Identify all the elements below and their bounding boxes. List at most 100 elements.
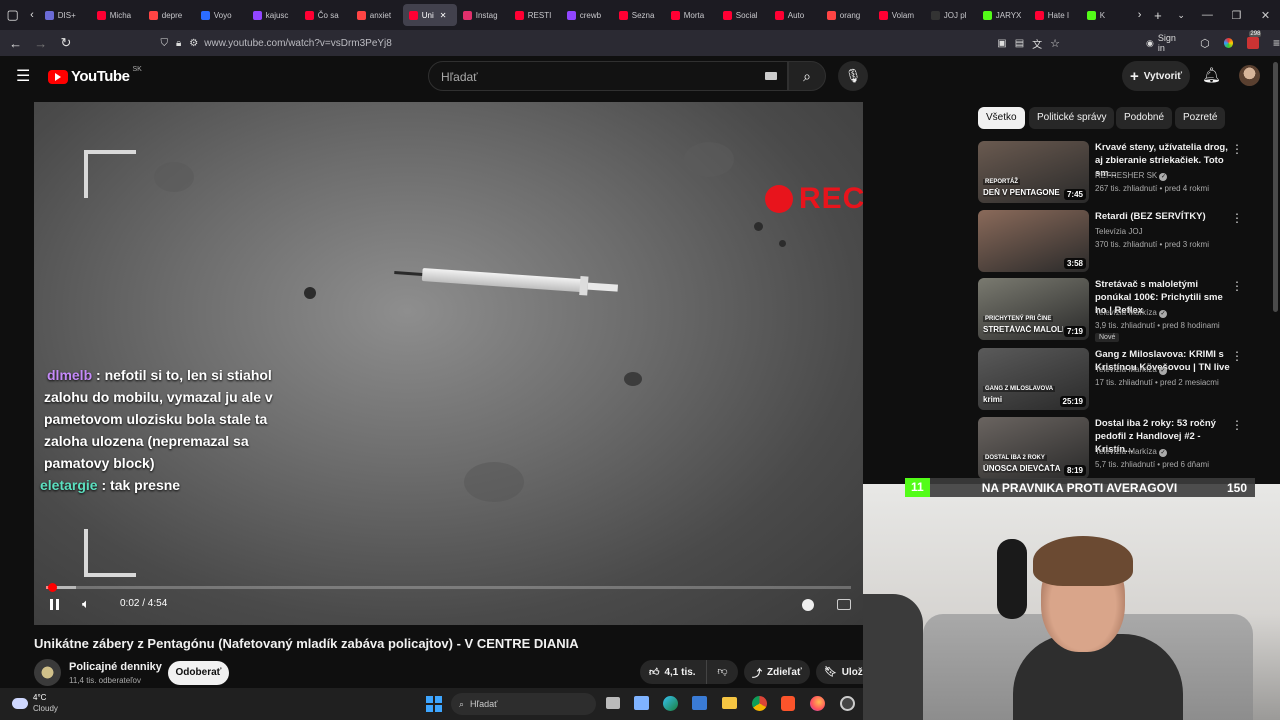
save-button[interactable]: 🔖︎ Ulož [816, 660, 863, 684]
menu-icon[interactable]: ≡ [1273, 36, 1280, 50]
maximize-icon[interactable]: ❐ [1222, 9, 1251, 22]
account-button[interactable]: ◉ Sign in [1146, 33, 1184, 53]
browser-tab[interactable]: Sezna [613, 0, 665, 30]
browser-tab[interactable]: crewb [561, 0, 613, 30]
address-bar[interactable]: ⛉ 🔒︎ ⚙ www.youtube.com/watch?v=vsDrm3PeY… [160, 32, 1060, 54]
browser-tab[interactable]: orang [821, 0, 873, 30]
recommendation-channel[interactable]: Televízia Markíza [1095, 447, 1157, 456]
translate-icon[interactable]: 文 [1032, 36, 1042, 51]
back-icon[interactable]: ← [3, 36, 28, 51]
browser-tab[interactable]: anxiet [351, 0, 403, 30]
chip-2[interactable]: Politické správy [1029, 107, 1115, 129]
browser-tab[interactable]: depre [143, 0, 195, 30]
browser-tab[interactable]: kajusc [247, 0, 299, 30]
browser-tab[interactable]: Morta [665, 0, 717, 30]
browser-tab[interactable]: JOJ pl [925, 0, 977, 30]
more-options-icon[interactable]: ⋮ [1231, 349, 1243, 363]
store-icon[interactable] [634, 696, 649, 710]
youtube-logo[interactable]: YouTube SK [48, 66, 142, 85]
recommendation-item[interactable]: DOSTAL IBA 2 ROKY ÚNOSCA DIEVČAŤA 8:19 Dost… [978, 417, 1263, 481]
chrome-icon[interactable] [752, 696, 767, 711]
edge-icon[interactable] [663, 696, 678, 711]
extension-badge-icon[interactable]: 298 [1247, 31, 1262, 49]
more-options-icon[interactable]: ⋮ [1231, 418, 1243, 432]
search-button[interactable]: ⌕ [788, 61, 826, 91]
obs-icon[interactable] [840, 696, 855, 711]
browser-tab[interactable]: Uni ✕ [402, 4, 457, 26]
url-text[interactable]: www.youtube.com/watch?v=vsDrm3PeYj8 [204, 38, 392, 49]
photos-icon[interactable] [692, 696, 707, 710]
video-thumbnail[interactable]: PRICHYTENÝ PRI ČINE STRETÁVAČ MALOLETÝCH … [978, 278, 1089, 340]
tab-dropdown-icon[interactable]: ⌄ [1170, 10, 1193, 21]
volume-icon[interactable]: 🔈︎ [82, 596, 90, 612]
video-thumbnail[interactable]: GANG Z MILOSLAVOVA krimi 25:19 [978, 348, 1089, 410]
recommendation-title[interactable]: Retardi (BEZ SERVÍTKY) [1095, 210, 1235, 223]
brave-icon[interactable] [781, 696, 795, 711]
notifications-bell-icon[interactable]: 🔔︎ [1202, 66, 1221, 84]
taskbar-search[interactable]: ⌕ Hľadať [451, 693, 596, 715]
start-windows-icon[interactable] [426, 696, 442, 712]
avatar[interactable] [1239, 65, 1260, 86]
recommendation-channel[interactable]: REFRESHER SK [1095, 171, 1157, 180]
browser-tab[interactable]: Instag [457, 0, 509, 30]
new-tab-icon[interactable]: + [1146, 8, 1169, 23]
weather-widget[interactable]: 4°C Cloudy [12, 692, 58, 714]
shield-icon[interactable]: ⛉ [160, 38, 168, 49]
browser-tab[interactable]: Voyo [195, 0, 247, 30]
progress-bar[interactable] [46, 583, 851, 592]
browser-tab[interactable]: Auto [769, 0, 821, 30]
bookmark-star-icon[interactable]: ☆ [1050, 37, 1060, 50]
channel-name[interactable]: Policajné denniky [69, 661, 162, 673]
keyboard-icon[interactable] [765, 72, 777, 80]
browser-tab[interactable]: DIS+ [39, 0, 91, 30]
share-button[interactable]: ⤴ Zdieľať [744, 660, 810, 684]
recommendation-item[interactable]: REPORTÁŽ DEŇ V PENTAGONE 7:45 Krvavé steny,… [978, 141, 1263, 205]
extensions-icon[interactable]: ⬡ [1200, 37, 1210, 50]
browser-tab[interactable]: Social [717, 0, 769, 30]
subscribe-button[interactable]: Odoberať [168, 661, 229, 685]
guide-menu-icon[interactable]: ☰ [16, 66, 30, 86]
create-button[interactable]: + Vytvoriť [1122, 61, 1190, 91]
browser-tab[interactable]: JARYX [977, 0, 1029, 30]
chip-3[interactable]: Podobné [1116, 107, 1173, 129]
permissions-icon[interactable]: ⚙ [189, 38, 198, 49]
recommendation-channel[interactable]: Televízia Markíza [1095, 365, 1157, 374]
chip-1[interactable]: Všetko [978, 107, 1025, 129]
subtitles-icon[interactable] [837, 599, 851, 610]
autoplay-toggle[interactable] [802, 599, 814, 611]
firefox-icon[interactable] [810, 696, 825, 711]
more-options-icon[interactable]: ⋮ [1231, 142, 1243, 156]
lock-icon[interactable]: 🔒︎ [176, 38, 181, 49]
channel-avatar[interactable] [34, 659, 61, 686]
video-player[interactable]: REC i dlmelb : nefotil si to, len si sti… [34, 102, 863, 625]
chip-4[interactable]: Pozreté [1175, 107, 1226, 129]
video-thumbnail[interactable]: REPORTÁŽ DEŇ V PENTAGONE 7:45 [978, 141, 1089, 203]
pip-icon[interactable]: ▣ [997, 38, 1006, 49]
tab-scroll-right-icon[interactable]: › [1133, 9, 1147, 21]
pause-icon[interactable] [50, 599, 59, 610]
reader-view-icon[interactable]: ▤ [1015, 38, 1024, 49]
more-options-icon[interactable]: ⋮ [1231, 279, 1243, 293]
browser-tab[interactable]: Hate I [1029, 0, 1081, 30]
task-view-icon[interactable] [606, 697, 620, 709]
reload-icon[interactable]: ↻ [53, 35, 78, 51]
browser-tab[interactable]: Volam [873, 0, 925, 30]
close-window-icon[interactable]: ✕ [1251, 9, 1280, 22]
forward-icon[interactable]: → [28, 36, 53, 51]
video-thumbnail[interactable]: 3:58 [978, 210, 1089, 272]
browser-tab[interactable]: K [1081, 0, 1133, 30]
tab-scroll-left-icon[interactable]: ‹ [25, 9, 39, 21]
progress-scrubber[interactable] [47, 583, 57, 592]
file-explorer-icon[interactable] [722, 697, 737, 709]
like-button[interactable]: 👍︎ 4,1 tis. [640, 660, 706, 684]
browser-tab[interactable]: RESTI [509, 0, 561, 30]
recommendation-item[interactable]: GANG Z MILOSLAVOVA krimi 25:19 Gang z Milos… [978, 348, 1263, 412]
recommendation-item[interactable]: PRICHYTENÝ PRI ČINE STRETÁVAČ MALOLETÝCH … [978, 278, 1263, 342]
browser-tab[interactable]: Čo sa [299, 0, 351, 30]
recommendation-channel[interactable]: Televízia Markíza [1095, 308, 1157, 317]
minimize-icon[interactable]: — [1193, 9, 1222, 21]
close-tab-icon[interactable]: ✕ [440, 11, 447, 20]
tab-list-icon[interactable]: ▢ [0, 7, 25, 23]
search-input[interactable]: Hľadať [428, 61, 788, 91]
recommendation-channel[interactable]: Televízia JOJ [1095, 227, 1143, 236]
